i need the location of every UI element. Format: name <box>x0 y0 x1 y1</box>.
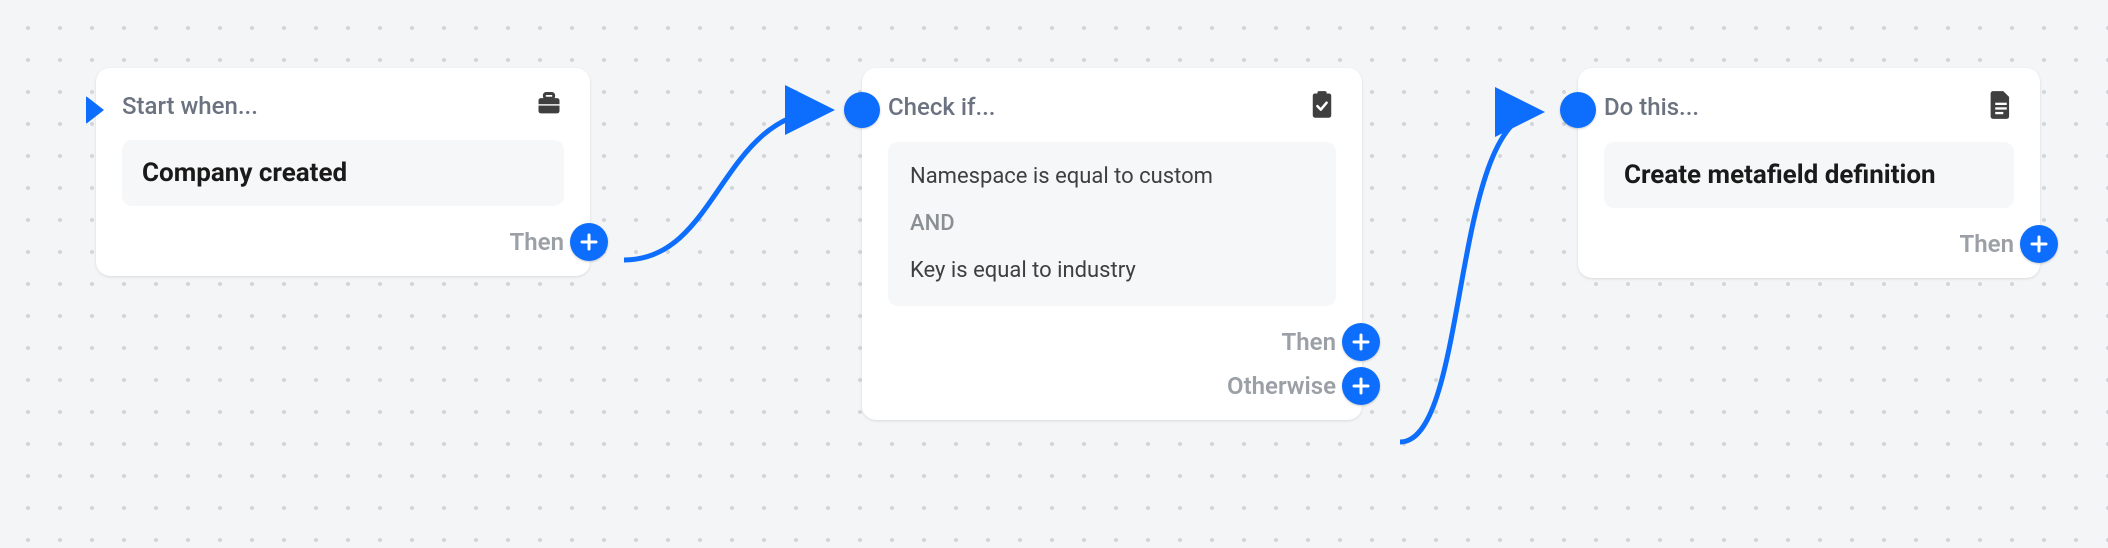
then-row: Then <box>122 228 564 256</box>
condition-card[interactable]: Check if... Namespace is equal to custom… <box>862 68 1362 420</box>
trigger-header-label: Start when... <box>122 92 258 120</box>
add-step-button[interactable] <box>2020 225 2058 263</box>
otherwise-label: Otherwise <box>1227 372 1336 400</box>
otherwise-row: Otherwise <box>888 372 1336 400</box>
card-header: Start when... <box>122 90 564 122</box>
then-row: Then <box>1604 230 2014 258</box>
condition-line-2: Key is equal to industry <box>910 256 1314 287</box>
document-icon <box>1988 90 2014 124</box>
card-header: Check if... <box>888 90 1336 124</box>
card-header: Do this... <box>1604 90 2014 124</box>
then-label: Then <box>510 228 564 256</box>
start-marker-icon <box>86 96 104 124</box>
then-label: Then <box>1282 328 1336 356</box>
condition-body: Namespace is equal to custom AND Key is … <box>888 142 1336 306</box>
trigger-title: Company created <box>122 140 564 206</box>
action-card[interactable]: Do this... Create metafield definition T… <box>1578 68 2040 278</box>
add-step-button[interactable] <box>570 223 608 261</box>
condition-line-1: Namespace is equal to custom <box>910 162 1314 193</box>
then-label: Then <box>1960 230 2014 258</box>
condition-header-label: Check if... <box>888 93 995 121</box>
action-header-label: Do this... <box>1604 93 1699 121</box>
action-node-dot-icon <box>1560 92 1596 128</box>
condition-node-dot-icon <box>844 92 880 128</box>
action-title: Create metafield definition <box>1604 142 2014 208</box>
trigger-card[interactable]: Start when... Company created Then <box>96 68 590 276</box>
clipboard-check-icon <box>1308 90 1336 124</box>
add-otherwise-step-button[interactable] <box>1342 367 1380 405</box>
briefcase-icon <box>534 90 564 122</box>
add-then-step-button[interactable] <box>1342 323 1380 361</box>
condition-operator: AND <box>910 209 1314 240</box>
then-row: Then <box>888 328 1336 356</box>
